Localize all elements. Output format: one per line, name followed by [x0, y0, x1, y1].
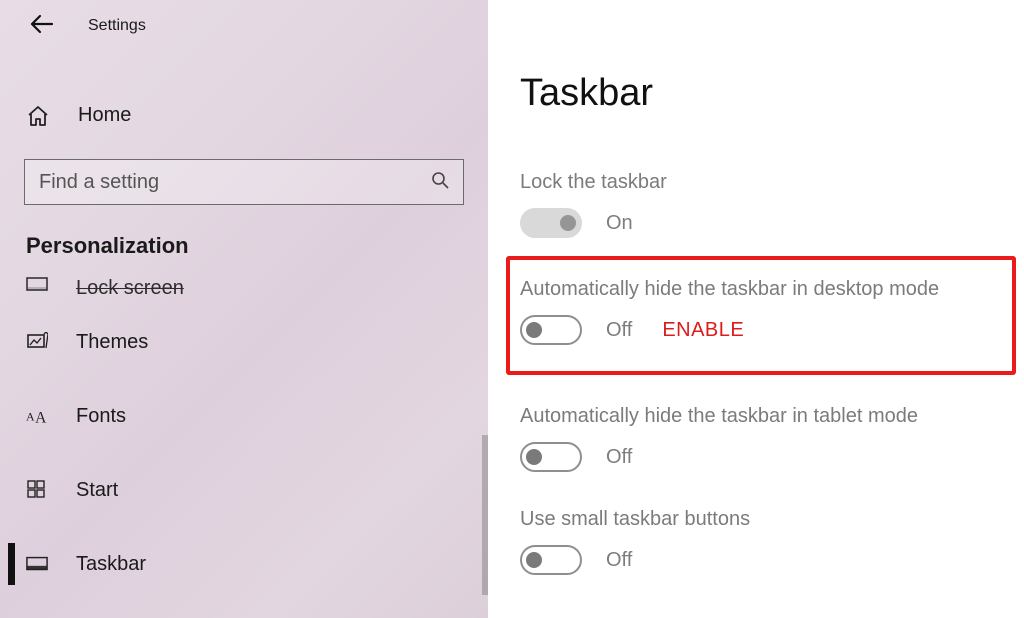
- sidebar-item-label: Start: [76, 479, 118, 502]
- search-box[interactable]: [24, 159, 464, 205]
- setting-lock-taskbar: Lock the taskbar On: [520, 171, 1024, 238]
- toggle-autohide-tablet[interactable]: [520, 442, 582, 472]
- sidebar-item-start[interactable]: Start: [0, 453, 488, 527]
- setting-label: Lock the taskbar: [520, 171, 1024, 194]
- annotation-highlight: Automatically hide the taskbar in deskto…: [506, 256, 1016, 375]
- search-input[interactable]: [39, 171, 431, 194]
- main-pane: Taskbar Lock the taskbar On Automaticall…: [488, 0, 1024, 618]
- sidebar-item-themes[interactable]: Themes: [0, 305, 488, 379]
- taskbar-icon: [26, 556, 48, 572]
- search-icon: [431, 171, 449, 194]
- toggle-small-buttons[interactable]: [520, 545, 582, 575]
- annotation-text: ENABLE: [662, 319, 744, 342]
- scrollbar[interactable]: [482, 435, 488, 595]
- toggle-lock-taskbar[interactable]: [520, 208, 582, 238]
- toggle-state: Off: [606, 446, 632, 469]
- sidebar-item-label: Lock screen: [76, 277, 184, 300]
- toggle-autohide-desktop[interactable]: [520, 315, 582, 345]
- fonts-icon: AA: [26, 407, 48, 425]
- sidebar-item-fonts[interactable]: AA Fonts: [0, 379, 488, 453]
- window-title: Settings: [88, 17, 146, 35]
- back-arrow-icon[interactable]: [30, 14, 54, 38]
- toggle-state: Off: [606, 549, 632, 572]
- setting-label: Use small taskbar buttons: [520, 508, 1024, 531]
- sidebar-item-label: Themes: [76, 331, 148, 354]
- sidebar-nav: Lock screen Themes AA Fonts: [0, 277, 488, 601]
- sidebar-header: Settings: [0, 8, 488, 48]
- sidebar-item-taskbar[interactable]: Taskbar: [0, 527, 488, 601]
- sidebar-item-lockscreen[interactable]: Lock screen: [0, 277, 488, 305]
- setting-small-buttons: Use small taskbar buttons Off: [520, 508, 1024, 575]
- setting-label: Automatically hide the taskbar in deskto…: [520, 278, 1002, 301]
- home-icon: [26, 105, 50, 127]
- start-icon: [26, 480, 48, 500]
- sidebar-item-label: Fonts: [76, 405, 126, 428]
- setting-autohide-tablet: Automatically hide the taskbar in tablet…: [520, 405, 1024, 472]
- toggle-state: On: [606, 212, 633, 235]
- toggle-state: Off: [606, 319, 632, 342]
- sidebar-item-label: Taskbar: [76, 553, 146, 576]
- svg-text:A: A: [35, 409, 47, 425]
- themes-icon: [26, 332, 48, 352]
- setting-label: Automatically hide the taskbar in tablet…: [520, 405, 1024, 428]
- sidebar-home-label: Home: [78, 104, 131, 127]
- page-title: Taskbar: [520, 72, 1024, 115]
- lockscreen-icon: [26, 277, 48, 293]
- setting-autohide-desktop: Automatically hide the taskbar in deskto…: [520, 278, 1002, 345]
- sidebar-home[interactable]: Home: [0, 86, 488, 145]
- svg-text:A: A: [26, 410, 35, 424]
- sidebar: Settings Home Personalization Lock scree…: [0, 0, 488, 618]
- sidebar-section-label: Personalization: [26, 233, 488, 259]
